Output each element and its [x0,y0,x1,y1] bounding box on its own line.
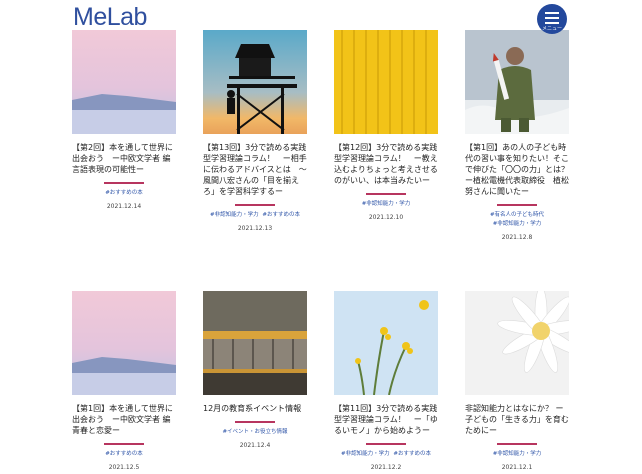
article-title[interactable]: 【第1回】本を通して世界に出会おう ー中欧文学者 編 青春と恋愛ー [72,403,176,436]
article-card[interactable]: 【第2回】本を通して世界に出会おう ー中欧文学者 編 言語表現の可能性ー #おす… [72,30,176,210]
menu-button[interactable]: メニュー [537,4,567,34]
tag-link[interactable]: #おすすめの本 [105,190,143,196]
article-card[interactable]: 【第1回】あの人の子ども時代の習い事を知りたい！そこで伸びた「〇〇の力」とは？ … [465,30,577,241]
tag-link[interactable]: #非認知能力・学力 [362,201,411,207]
article-thumbnail[interactable] [465,291,569,395]
article-title[interactable]: 12月の教育系イベント情報 [203,403,307,414]
tag-list: #非認知能力・学力 #おすすめの本 [334,450,438,459]
tag-link[interactable]: #おすすめの本 [393,451,431,457]
tag-link[interactable]: #非認知能力・学力 [210,212,259,218]
title-divider [104,182,144,184]
article-date: 2021.12.14 [106,203,142,210]
tag-link[interactable]: #非認知能力・学力 [493,221,542,227]
tag-list: #おすすめの本 [72,450,176,459]
yellow-wall-image [334,30,438,134]
article-thumbnail[interactable] [72,291,176,395]
tag-list: #非認知能力・学力 #おすすめの本 [203,211,307,220]
article-card[interactable]: 【第12回】3分で読める実践型学習理論コラム！ ー教え込むよりちょっと考えさせる… [334,30,438,221]
article-title[interactable]: 【第12回】3分で読める実践型学習理論コラム！ ー教え込むよりちょっと考えさせる… [334,142,438,186]
article-date: 2021.12.10 [368,214,404,221]
menu-label: メニュー [541,26,562,32]
lake-mountain-image [72,30,176,134]
tag-link[interactable]: #有名人の子ども時代 [490,212,544,218]
title-divider [366,443,406,445]
article-title[interactable]: 非認知能力とはなにか？ ー子どもの「生きる力」を育むためにー [465,403,569,436]
article-date: 2021.12.1 [501,464,533,471]
article-card[interactable]: 【第1回】本を通して世界に出会おう ー中欧文学者 編 青春と恋愛ー #おすすめの… [72,291,176,471]
tag-list: #有名人の子ども時代 #非認知能力・学力 [465,211,569,229]
title-divider [366,193,406,195]
article-title[interactable]: 【第13回】3分で読める実践型学習理論コラム！ ー相手に伝わるアドバイスとは ～… [203,142,307,197]
article-thumbnail[interactable] [334,30,438,134]
tag-list: #イベント・お役立ち情報 [203,428,307,437]
article-date: 2021.12.5 [108,464,140,471]
white-daisy-image [465,291,569,395]
tag-list: #おすすめの本 [72,189,176,198]
article-date: 2021.12.8 [501,234,533,241]
article-card[interactable]: 非認知能力とはなにか？ ー子どもの「生きる力」を育むためにー #非認知能力・学力… [465,291,569,471]
article-card[interactable]: 【第11回】3分で読める実践型学習理論コラム！ ー「ゆるいモノ」から始めようー … [334,291,438,471]
article-title[interactable]: 【第2回】本を通して世界に出会おう ー中欧文学者 編 言語表現の可能性ー [72,142,176,175]
article-card[interactable]: 12月の教育系イベント情報 #イベント・お役立ち情報 2021.12.4 [203,291,307,449]
article-card[interactable]: 【第13回】3分で読める実践型学習理論コラム！ ー相手に伝わるアドバイスとは ～… [203,30,307,232]
tag-link[interactable]: #非認知能力・学力 [493,451,542,457]
wooden-ledge-image [203,291,307,395]
title-divider [235,204,275,206]
tag-link[interactable]: #非認知能力・学力 [341,451,390,457]
tag-list: #非認知能力・学力 [334,200,438,209]
tag-link[interactable]: #おすすめの本 [262,212,300,218]
title-divider [497,204,537,206]
article-date: 2021.12.13 [237,225,273,232]
tag-link[interactable]: #イベント・お役立ち情報 [222,429,287,435]
article-title[interactable]: 【第1回】あの人の子ども時代の習い事を知りたい！そこで伸びた「〇〇の力」とは？ … [465,142,577,197]
article-thumbnail[interactable] [334,291,438,395]
article-title[interactable]: 【第11回】3分で読める実践型学習理論コラム！ ー「ゆるいモノ」から始めようー [334,403,438,436]
article-thumbnail[interactable] [203,30,307,134]
title-divider [235,421,275,423]
tag-list: #非認知能力・学力 [465,450,569,459]
article-thumbnail[interactable] [203,291,307,395]
title-divider [497,443,537,445]
article-thumbnail[interactable] [72,30,176,134]
lifeguard-tower-image [203,30,307,134]
lake-mountain-image [72,291,176,395]
site-logo[interactable]: MeLab [73,4,147,30]
tag-link[interactable]: #おすすめの本 [105,451,143,457]
yellow-flowers-image [334,291,438,395]
title-divider [104,443,144,445]
article-date: 2021.12.4 [239,442,271,449]
article-date: 2021.12.2 [370,464,402,471]
article-thumbnail[interactable] [465,30,569,134]
man-with-rocket-image [465,30,569,134]
